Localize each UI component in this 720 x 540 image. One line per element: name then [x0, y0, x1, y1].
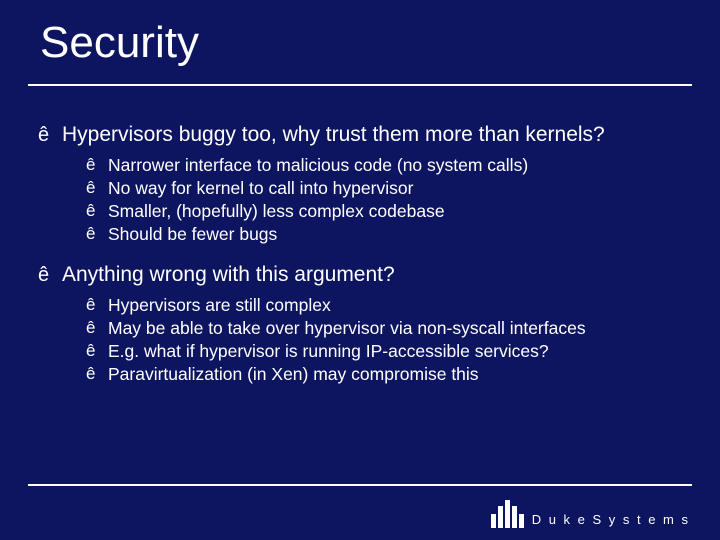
list-subitem: ê Paravirtualization (in Xen) may compro… — [86, 363, 688, 385]
footer-rule — [28, 484, 692, 486]
slide: Security ê Hypervisors buggy too, why tr… — [0, 0, 720, 540]
list-subitem: ê Narrower interface to malicious code (… — [86, 154, 688, 176]
bullet-icon: ê — [38, 122, 62, 148]
list-item: ê Hypervisors buggy too, why trust them … — [38, 122, 688, 148]
list-item-text: Hypervisors buggy too, why trust them mo… — [62, 122, 605, 148]
slide-title: Security — [40, 18, 199, 68]
bullet-icon: ê — [86, 223, 108, 245]
bullet-icon: ê — [86, 177, 108, 199]
list-subitem-text: E.g. what if hypervisor is running IP-ac… — [108, 340, 549, 362]
list-subitem: ê Should be fewer bugs — [86, 223, 688, 245]
bullet-icon: ê — [38, 262, 62, 288]
bullet-icon: ê — [86, 200, 108, 222]
title-underline — [28, 84, 692, 86]
list-subitem-text: May be able to take over hypervisor via … — [108, 317, 586, 339]
spacer — [38, 246, 688, 256]
logo-text: D u k e S y s t e m s — [532, 512, 690, 528]
logo-icon — [491, 500, 524, 528]
list-subitem: ê Hypervisors are still complex — [86, 294, 688, 316]
bullet-icon: ê — [86, 294, 108, 316]
list-subitem: ê May be able to take over hypervisor vi… — [86, 317, 688, 339]
bullet-icon: ê — [86, 363, 108, 385]
bullet-icon: ê — [86, 340, 108, 362]
list-item: ê Anything wrong with this argument? — [38, 262, 688, 288]
list-subitem-text: Paravirtualization (in Xen) may compromi… — [108, 363, 479, 385]
list-subitem-text: Narrower interface to malicious code (no… — [108, 154, 528, 176]
slide-content: ê Hypervisors buggy too, why trust them … — [38, 116, 688, 386]
list-subitem: ê E.g. what if hypervisor is running IP-… — [86, 340, 688, 362]
list-subitem-text: Smaller, (hopefully) less complex codeba… — [108, 200, 445, 222]
bullet-icon: ê — [86, 154, 108, 176]
list-subitem: ê No way for kernel to call into hypervi… — [86, 177, 688, 199]
list-subitem-text: Hypervisors are still complex — [108, 294, 331, 316]
bullet-icon: ê — [86, 317, 108, 339]
list-item-text: Anything wrong with this argument? — [62, 262, 395, 288]
footer-logo: D u k e S y s t e m s — [491, 500, 690, 528]
list-subitem-text: No way for kernel to call into hyperviso… — [108, 177, 413, 199]
list-subitem: ê Smaller, (hopefully) less complex code… — [86, 200, 688, 222]
list-subitem-text: Should be fewer bugs — [108, 223, 277, 245]
